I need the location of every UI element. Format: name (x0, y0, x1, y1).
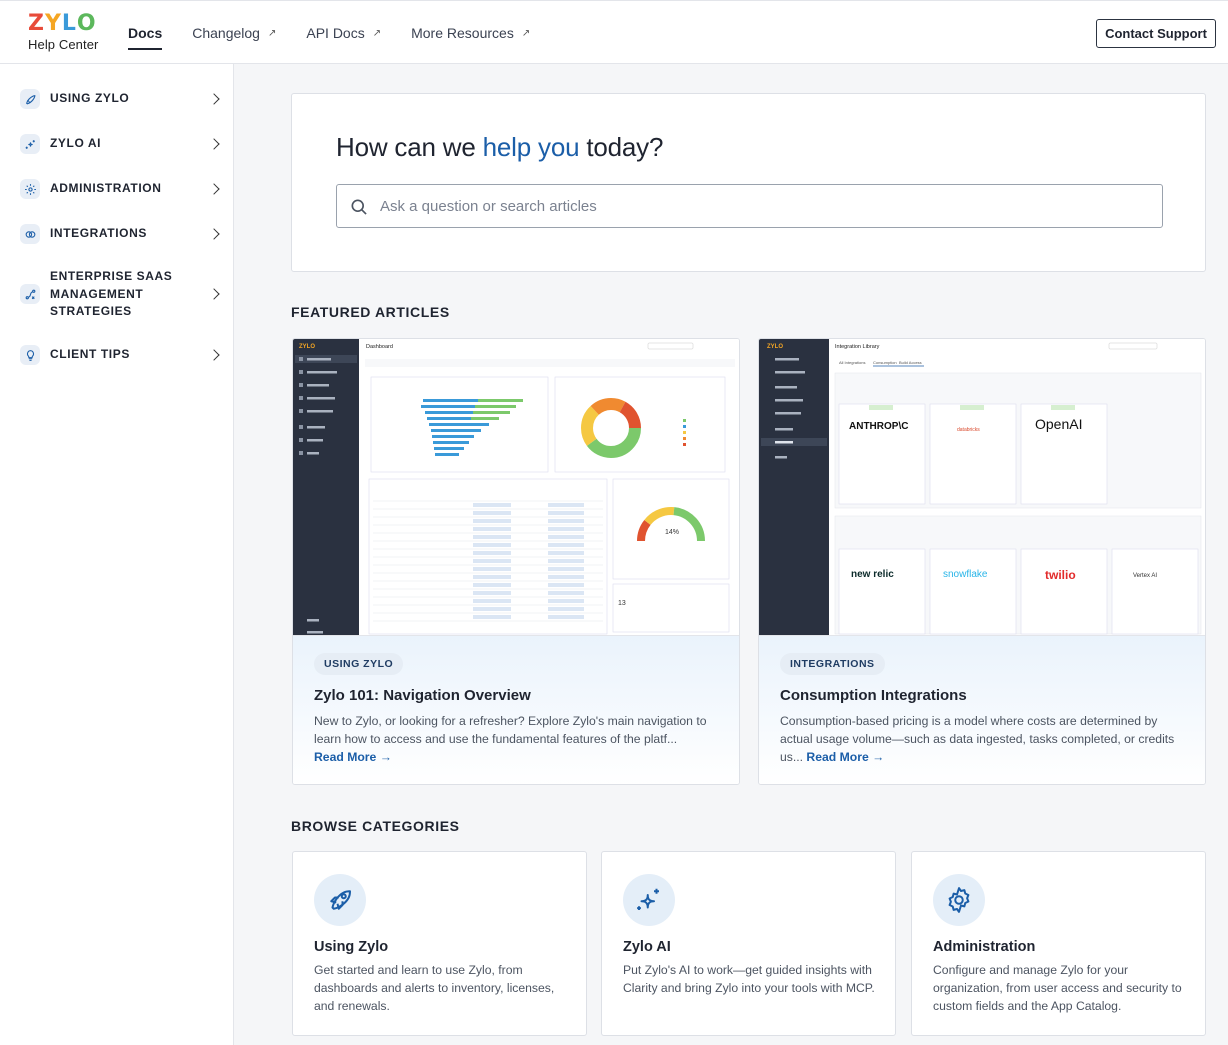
svg-text:14%: 14% (665, 529, 679, 536)
rocket-icon (20, 89, 40, 109)
svg-text:Integration Library: Integration Library (835, 344, 880, 350)
svg-text:Dashboard: Dashboard (366, 344, 393, 350)
sidebar-item-label: ADMINISTRATION (50, 181, 162, 196)
sidebar-item-zylo-ai[interactable]: ZYLO AI (20, 134, 220, 154)
category-tag[interactable]: USING ZYLO (314, 653, 404, 675)
category-description: Get started and learn to use Zylo, from … (314, 963, 555, 1013)
nav-docs[interactable]: Docs (128, 1, 163, 65)
article-title[interactable]: Consumption Integrations (780, 687, 967, 704)
sidebar-item-client-tips[interactable]: CLIENT TIPS (20, 345, 220, 365)
category-description: Put Zylo's AI to work—get guided insight… (623, 963, 875, 995)
zylo-logo[interactable]: ZYLO Help Center (28, 13, 102, 53)
lightbulb-icon (20, 345, 40, 365)
article-description: Consumption-based pricing is a model whe… (780, 714, 1175, 764)
search-box[interactable] (336, 184, 1163, 228)
svg-text:OpenAI: OpenAI (1035, 416, 1082, 432)
sidebar: USING ZYLO ZYLO AI ADMINISTRATION INTEGR… (0, 64, 234, 1045)
featured-article-card[interactable]: ZYLO Dashboard 14% 13 USING ZYLO Zylo 10… (292, 338, 740, 785)
svg-text:Consumption: Consumption (873, 360, 897, 365)
top-nav: Docs Changelog ↗ API Docs ↗ More Resources… (128, 1, 560, 65)
article-body: USING ZYLO Zylo 101: Navigation Overview… (293, 636, 739, 784)
chevron-right-icon (208, 138, 220, 150)
rocket-icon (314, 874, 366, 926)
browse-categories-heading: BROWSE CATEGORIES (291, 818, 460, 834)
svg-text:ANTHROP\C: ANTHROP\C (849, 421, 908, 432)
integration-library-screenshot-image: ZYLO Integration Library All Integration… (759, 339, 1205, 635)
sidebar-item-administration[interactable]: ADMINISTRATION (20, 179, 220, 199)
category-title: Using Zylo (314, 939, 389, 955)
svg-text:13: 13 (618, 600, 626, 607)
gear-icon (933, 874, 985, 926)
category-description: Configure and manage Zylo for your organ… (933, 963, 1182, 1013)
sidebar-item-label: ENTERPRISE SAAS MANAGEMENT STRATEGIES (50, 269, 173, 318)
svg-text:ZYLO: ZYLO (299, 344, 315, 350)
chevron-right-icon (208, 288, 220, 300)
nav-more-resources[interactable]: More Resources ↗ (411, 1, 530, 65)
sidebar-item-integrations[interactable]: INTEGRATIONS (20, 224, 220, 244)
svg-text:ZYLO: ZYLO (767, 344, 783, 350)
category-card-administration[interactable]: Administration Configure and manage Zylo… (911, 851, 1206, 1036)
dashboard-screenshot-image: ZYLO Dashboard 14% 13 (293, 339, 739, 635)
article-body: INTEGRATIONS Consumption Integrations Co… (759, 636, 1205, 784)
category-title: Zylo AI (623, 939, 671, 955)
nav-changelog[interactable]: Changelog ↗ (192, 1, 276, 65)
external-link-icon: ↗ (372, 27, 382, 39)
article-description: New to Zylo, or looking for a refresher?… (314, 714, 707, 764)
sidebar-item-label: INTEGRATIONS (50, 226, 147, 241)
sidebar-item-enterprise-saas[interactable]: ENTERPRISE SAAS MANAGEMENT STRATEGIES (20, 268, 220, 321)
sidebar-item-label: ZYLO AI (50, 136, 102, 151)
external-link-icon: ↗ (267, 27, 277, 39)
chevron-right-icon (208, 349, 220, 361)
search-input[interactable] (380, 185, 1150, 227)
read-more-link[interactable]: Read More → (314, 750, 392, 764)
sparkle-icon (20, 134, 40, 154)
read-more-link[interactable]: Read More → (806, 750, 884, 764)
category-card-zylo-ai[interactable]: Zylo AI Put Zylo's AI to work—get guided… (601, 851, 896, 1036)
strategy-icon (20, 284, 40, 305)
top-header: ZYLO Help Center Docs Changelog ↗ API Doc… (0, 0, 1228, 64)
page-title: How can we help you today? (336, 132, 664, 162)
article-screenshot: ZYLO Integration Library All Integration… (759, 339, 1205, 636)
article-title[interactable]: Zylo 101: Navigation Overview (314, 687, 531, 704)
category-card-using-zylo[interactable]: Using Zylo Get started and learn to use … (292, 851, 587, 1036)
svg-text:databricks: databricks (957, 427, 980, 433)
sidebar-item-using-zylo[interactable]: USING ZYLO (20, 89, 220, 109)
external-link-icon: ↗ (521, 27, 531, 39)
link-icon (20, 224, 40, 244)
sparkle-icon (623, 874, 675, 926)
chevron-right-icon (208, 183, 220, 195)
nav-api-docs[interactable]: API Docs ↗ (306, 1, 381, 65)
sidebar-item-label: USING ZYLO (50, 91, 130, 106)
article-screenshot: ZYLO Dashboard 14% 13 (293, 339, 739, 636)
chevron-right-icon (208, 228, 220, 240)
gear-icon (20, 179, 40, 199)
logo-wordmark: ZYLO (28, 11, 97, 36)
category-tag[interactable]: INTEGRATIONS (780, 653, 885, 675)
category-title: Administration (933, 939, 1036, 955)
chevron-right-icon (208, 93, 220, 105)
logo-subtitle: Help Center (28, 37, 99, 52)
svg-text:Build Access: Build Access (899, 360, 922, 365)
search-icon (349, 197, 369, 222)
contact-support-button[interactable]: Contact Support (1096, 19, 1216, 48)
svg-text:All Integrations: All Integrations (839, 360, 865, 365)
featured-article-card[interactable]: ZYLO Integration Library All Integration… (758, 338, 1206, 785)
svg-text:twilio: twilio (1045, 568, 1076, 582)
svg-text:Vertex AI: Vertex AI (1133, 573, 1157, 579)
svg-text:new relic: new relic (851, 569, 894, 580)
hero-search-panel: How can we help you today? (291, 93, 1206, 272)
featured-articles-heading: FEATURED ARTICLES (291, 304, 450, 320)
sidebar-item-label: CLIENT TIPS (50, 347, 130, 362)
svg-text:snowflake: snowflake (943, 569, 988, 580)
